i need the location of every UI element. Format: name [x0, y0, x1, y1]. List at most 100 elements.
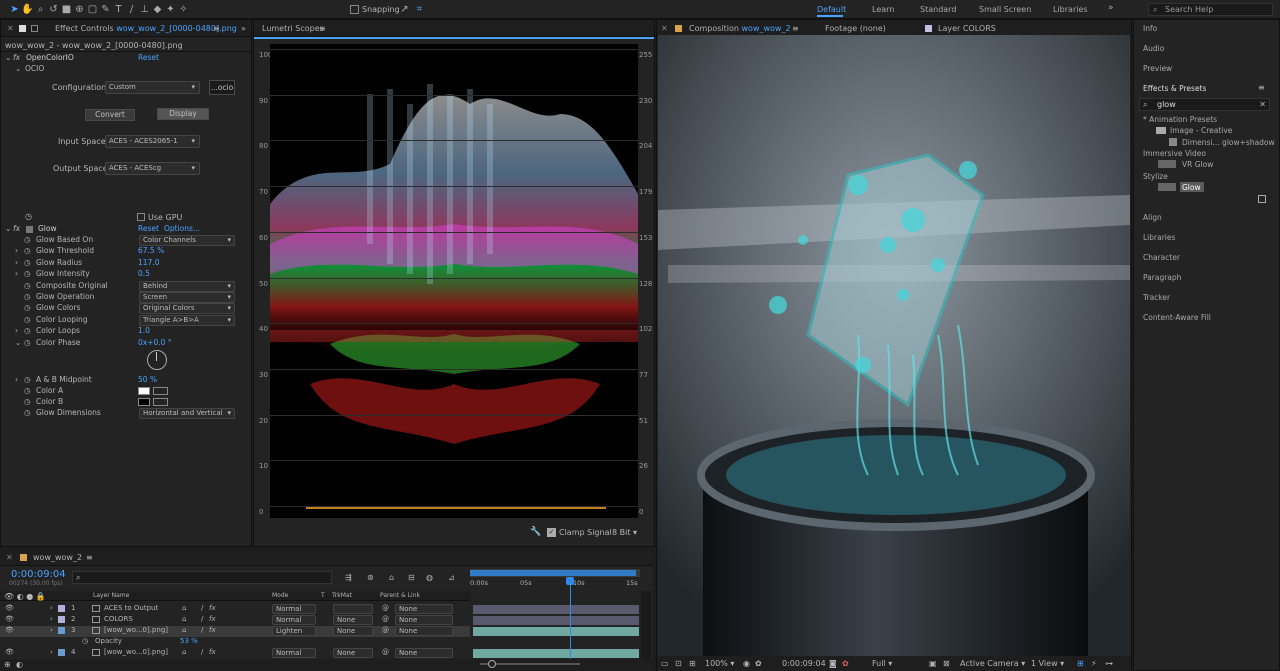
composition-viewer[interactable]: [658, 35, 1130, 656]
glow-param-row[interactable]: ◷ Color Looping Triangle A>B>A ▾: [1, 314, 241, 326]
tree-image-creative[interactable]: Image - Creative: [1170, 126, 1232, 135]
hand-tool-icon[interactable]: ✋: [21, 3, 34, 16]
stopwatch-icon[interactable]: ◷: [24, 375, 31, 384]
layer-duration-bar[interactable]: [473, 649, 639, 658]
parent-dropdown[interactable]: None: [395, 615, 453, 625]
display-button[interactable]: Display: [157, 108, 209, 120]
layer-name[interactable]: COLORS: [104, 615, 133, 623]
pickwhip-icon[interactable]: @: [382, 604, 389, 612]
parent-dropdown[interactable]: None: [395, 626, 453, 636]
shy-switch-icon[interactable]: ⌂: [182, 626, 186, 634]
eye-icon[interactable]: 👁: [5, 615, 14, 623]
glow-param-row[interactable]: › ◷ Glow Radius 117.0: [1, 258, 241, 269]
trkmat-dropdown[interactable]: [333, 604, 373, 614]
expand-arrow-icon[interactable]: ›: [50, 626, 53, 634]
glow-effect-row[interactable]: ⌄ fx Glow Reset Options...: [1, 224, 241, 235]
effects-search-input[interactable]: ⌕ glow ✕: [1139, 98, 1270, 111]
glow-param-dropdown[interactable]: Screen ▾: [139, 292, 235, 303]
tree-stylize[interactable]: Stylize: [1143, 172, 1168, 181]
expand-arrow-icon[interactable]: ›: [15, 246, 18, 255]
blend-mode-dropdown[interactable]: Lighten: [272, 626, 316, 636]
snap-option-icon[interactable]: ↗: [398, 3, 411, 16]
glow-param-dropdown[interactable]: Behind ▾: [139, 280, 235, 292]
stopwatch-icon[interactable]: ◷: [24, 269, 31, 278]
clamp-signal-checkbox[interactable]: ✓: [547, 528, 556, 537]
panel-lock-icon[interactable]: [19, 25, 26, 32]
content-aware-fill-panel-header[interactable]: Content-Aware Fill: [1143, 313, 1211, 322]
glow-param-value[interactable]: 67.5 %: [138, 246, 164, 255]
workspace-learn[interactable]: Learn: [872, 5, 894, 14]
workspace-standard[interactable]: Standard: [920, 5, 956, 14]
layer-name[interactable]: ACES to Output: [104, 604, 158, 612]
workspace-small-screen[interactable]: Small Screen: [979, 5, 1031, 14]
glow-param-row[interactable]: › ◷ Color Loops 1.0: [1, 326, 241, 337]
glow-param-value[interactable]: 0.5: [138, 269, 150, 278]
flowchart-icon[interactable]: ⊶: [1105, 659, 1113, 668]
blend-mode-dropdown[interactable]: Normal: [272, 615, 316, 625]
mode-header[interactable]: Mode: [272, 592, 288, 599]
opacity-property-row[interactable]: ◷ Opacity 53 %: [0, 637, 470, 648]
glow-param-row[interactable]: ◷ Glow Colors Original Colors ▾: [1, 303, 241, 315]
shy-icon[interactable]: ⌂: [389, 573, 394, 582]
input-space-dropdown[interactable]: ACES - ACES2065-1 ▾: [105, 135, 200, 148]
parent-link-header[interactable]: Parent & Link: [380, 592, 420, 599]
audio-panel-header[interactable]: Audio: [1143, 44, 1164, 53]
ocio-reset-link[interactable]: Reset: [138, 53, 159, 62]
tab-menu-icon[interactable]: ≡: [86, 553, 93, 562]
expand-arrow-icon[interactable]: ⌄: [5, 224, 11, 233]
transparency-grid-icon[interactable]: ⊠: [943, 659, 950, 668]
close-tab-icon[interactable]: ✕: [661, 24, 668, 33]
footage-tab[interactable]: Footage (none): [825, 24, 886, 33]
snapshot-icon[interactable]: ◉: [743, 659, 750, 668]
glow-param-dropdown[interactable]: Triangle A>B>A ▾: [139, 314, 235, 326]
brush-tool-icon[interactable]: /: [125, 3, 138, 16]
work-area-bar[interactable]: [470, 569, 640, 577]
output-space-dropdown[interactable]: ACES - ACEScg ▾: [105, 162, 200, 175]
character-panel-header[interactable]: Character: [1143, 253, 1180, 262]
stopwatch-icon[interactable]: ◷: [24, 246, 31, 255]
color-channel-icon[interactable]: ✿: [842, 659, 849, 668]
expand-arrow-icon[interactable]: ›: [15, 269, 18, 278]
fx-switch-icon[interactable]: fx: [209, 604, 216, 612]
layer-duration-bar[interactable]: [473, 616, 639, 625]
expand-arrow-icon[interactable]: ⌄: [5, 53, 11, 62]
preview-panel-header[interactable]: Preview: [1143, 64, 1172, 73]
snap-grid-icon[interactable]: ⌗: [413, 3, 426, 16]
expand-arrow-icon[interactable]: ›: [15, 326, 18, 335]
stopwatch-icon[interactable]: ◷: [24, 281, 31, 290]
libraries-panel-header[interactable]: Libraries: [1143, 233, 1175, 242]
stopwatch-icon[interactable]: ◷: [24, 408, 31, 417]
effects-presets-header[interactable]: Effects & Presets: [1143, 84, 1206, 93]
zoom-tool-icon[interactable]: ⌕: [34, 3, 47, 16]
stopwatch-icon[interactable]: ◷: [24, 235, 31, 244]
workspace-default[interactable]: Default: [817, 5, 846, 14]
graph-editor-icon[interactable]: ⊿: [448, 573, 455, 582]
configuration-dropdown[interactable]: Custom ▾: [105, 81, 200, 94]
blend-mode-dropdown[interactable]: Normal: [272, 648, 316, 658]
glow-param-row[interactable]: › ◷ Glow Threshold 67.5 %: [1, 246, 241, 257]
timeline-tab[interactable]: wow_wow_2: [33, 553, 82, 562]
expand-switches-icon[interactable]: ◐: [16, 660, 23, 669]
expand-arrow-icon[interactable]: ›: [15, 375, 18, 384]
glow-param-row[interactable]: ◷ Glow Operation Screen ▾: [1, 292, 241, 303]
selection-tool-icon[interactable]: ➤: [8, 3, 21, 16]
info-panel-header[interactable]: Info: [1143, 24, 1157, 33]
wrench-icon[interactable]: 🔧: [530, 527, 541, 537]
orbit-tool-icon[interactable]: ↺: [47, 3, 60, 16]
tab-menu-icon[interactable]: ≡: [792, 24, 799, 33]
tree-immersive-video[interactable]: Immersive Video: [1143, 149, 1206, 158]
convert-button[interactable]: Convert: [85, 109, 135, 121]
new-folder-icon[interactable]: [1258, 195, 1266, 203]
tree-animation-presets[interactable]: * Animation Presets: [1143, 115, 1217, 124]
lumetri-scopes-tab[interactable]: Lumetri Scopes: [262, 24, 324, 33]
workspace-libraries[interactable]: Libraries: [1053, 5, 1088, 14]
timeline-layer-row[interactable]: 👁 › 3 [wow_wo...0].png] ⌂ / fx Lighten None @ None: [0, 626, 470, 637]
glow-param-value[interactable]: 117.0: [138, 258, 159, 267]
stopwatch-icon[interactable]: ◷: [24, 303, 31, 312]
stopwatch-icon[interactable]: ◷: [25, 212, 32, 221]
opacity-value[interactable]: 53 %: [180, 637, 198, 645]
anchor-tool-icon[interactable]: ⊕: [73, 3, 86, 16]
trkmat-dropdown[interactable]: None: [333, 648, 373, 658]
stopwatch-icon[interactable]: ◷: [24, 315, 31, 324]
eyedropper-icon[interactable]: [153, 398, 168, 406]
